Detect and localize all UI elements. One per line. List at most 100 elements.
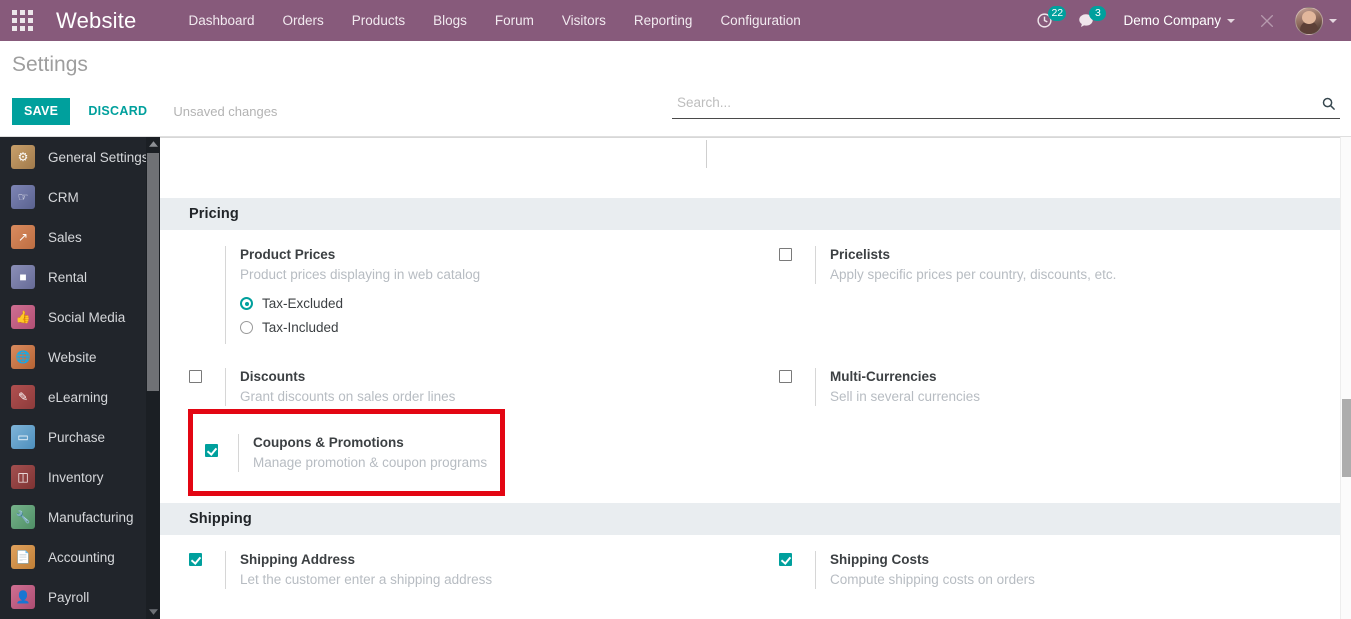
sidebar-item-label: Payroll (48, 589, 90, 605)
sidebar-item-purchase[interactable]: ▭ Purchase (0, 417, 160, 457)
product-prices-control-slot (189, 246, 225, 248)
setting-title: Shipping Address (240, 552, 356, 567)
sidebar-item-inventory[interactable]: ◫ Inventory (0, 457, 160, 497)
calendar-icon: ■ (11, 265, 35, 289)
radio-tax-excluded[interactable] (240, 297, 253, 310)
pricing-row-3: Coupons & Promotions Manage promotion & … (160, 432, 1340, 476)
avatar (1295, 6, 1323, 35)
pricing-col-right: Pricelists Apply specific prices per cou… (750, 230, 1340, 350)
box-icon: ◫ (11, 465, 35, 489)
user-badge-icon: 👤 (11, 585, 35, 609)
setting-coupons-promotions: Coupons & Promotions Manage promotion & … (189, 432, 750, 476)
setting-shipping-costs: Shipping Costs Compute shipping costs on… (779, 535, 1340, 595)
setting-description: Product prices displaying in web catalog (240, 267, 481, 282)
sidebar-item-social-media[interactable]: 👍 Social Media (0, 297, 160, 337)
coupons-body: Coupons & Promotions Manage promotion & … (225, 432, 750, 470)
nav-item-products[interactable]: Products (338, 0, 419, 41)
record-actions: SAVE DISCARD Unsaved changes (12, 98, 277, 125)
settings-inner: Pricing Product Prices Product prices di… (160, 138, 1340, 595)
settings-sidebar: ⚙ General Settings ☞ CRM ↗ Sales ■ Renta… (0, 137, 160, 619)
handshake-icon: ☞ (11, 185, 35, 209)
nav-item-reporting[interactable]: Reporting (620, 0, 707, 41)
bug-debug-icon[interactable] (1247, 13, 1287, 29)
unsaved-changes-status: Unsaved changes (173, 104, 278, 119)
company-switcher[interactable]: Demo Company (1109, 13, 1243, 28)
sidebar-item-crm[interactable]: ☞ CRM (0, 177, 160, 217)
coupons-control-slot (189, 432, 225, 452)
main-scroll-thumb[interactable] (1342, 399, 1351, 477)
pricing-col-left: Product Prices Product prices displaying… (160, 230, 750, 350)
nav-item-visitors[interactable]: Visitors (548, 0, 620, 41)
discounts-checkbox[interactable] (189, 370, 202, 383)
app-brand-name[interactable]: Website (56, 8, 136, 34)
setting-description: Compute shipping costs on orders (830, 572, 1035, 587)
search-icon[interactable] (1321, 96, 1340, 114)
setting-discounts: Discounts Grant discounts on sales order… (189, 368, 750, 412)
setting-title: Discounts (240, 369, 306, 384)
chevron-down-icon[interactable] (146, 605, 160, 619)
apps-grid-icon[interactable] (0, 0, 44, 41)
sidebar-item-sales[interactable]: ↗ Sales (0, 217, 160, 257)
discounts-control-slot (189, 368, 225, 388)
activity-count-badge: 22 (1048, 6, 1067, 21)
shipping-col-right: Shipping Costs Compute shipping costs on… (750, 535, 1340, 595)
pricing-row-2: Discounts Grant discounts on sales order… (160, 368, 1340, 412)
sidebar-item-label: Manufacturing (48, 509, 134, 525)
setting-description: Sell in several currencies (830, 389, 981, 404)
column-divider (706, 140, 707, 168)
sidebar-scroll-thumb[interactable] (147, 153, 159, 391)
partial-setting-row-above (160, 138, 1340, 198)
nav-item-dashboard[interactable]: Dashboard (174, 0, 268, 41)
sidebar-item-manufacturing[interactable]: 🔧 Manufacturing (0, 497, 160, 537)
credit-card-icon: ▭ (11, 425, 35, 449)
shipping-costs-body: Shipping Costs Compute shipping costs on… (815, 551, 1340, 589)
sidebar-item-elearning[interactable]: ✎ eLearning (0, 377, 160, 417)
sidebar-item-label: eLearning (48, 389, 109, 405)
chevron-up-icon[interactable] (146, 137, 160, 151)
activity-clock-icon[interactable]: 22 (1026, 0, 1067, 41)
shipping-address-checkbox[interactable] (189, 553, 202, 566)
sidebar-item-website[interactable]: 🌐 Website (0, 337, 160, 377)
coupons-promotions-checkbox[interactable] (189, 434, 202, 447)
top-navbar: Website Dashboard Orders Products Blogs … (0, 0, 1351, 41)
nav-item-configuration[interactable]: Configuration (706, 0, 814, 41)
nav-item-blogs[interactable]: Blogs (419, 0, 481, 41)
setting-description: Manage promotion & coupon programs (240, 453, 475, 468)
company-name-label: Demo Company (1123, 13, 1221, 28)
sidebar-item-label: Social Media (48, 309, 126, 325)
discard-button[interactable]: DISCARD (76, 98, 159, 125)
sidebar-item-label: Website (48, 349, 97, 365)
nav-item-orders[interactable]: Orders (269, 0, 338, 41)
sidebar-item-rental[interactable]: ■ Rental (0, 257, 160, 297)
nav-item-forum[interactable]: Forum (481, 0, 548, 41)
shipping-address-control-slot (189, 551, 225, 571)
setting-shipping-address: Shipping Address Let the customer enter … (189, 535, 750, 595)
user-menu[interactable] (1291, 6, 1341, 35)
sidebar-item-label: CRM (48, 189, 79, 205)
sidebar-item-general-settings[interactable]: ⚙ General Settings (0, 137, 160, 177)
sidebar-scrollbar[interactable] (146, 137, 160, 619)
radio-tax-included[interactable] (240, 321, 253, 334)
radio-option-tax-included[interactable]: Tax-Included (240, 320, 750, 335)
chart-line-icon: ↗ (11, 225, 35, 249)
search-input[interactable] (672, 95, 1321, 114)
shipping-costs-checkbox[interactable] (779, 553, 792, 566)
invoice-icon: 📄 (11, 545, 35, 569)
globe-icon: 🌐 (11, 345, 35, 369)
multi-currencies-checkbox[interactable] (779, 370, 792, 383)
main-scrollbar[interactable] (1340, 137, 1351, 619)
section-header-pricing: Pricing (160, 198, 1340, 230)
shipping-row-1: Shipping Address Let the customer enter … (160, 535, 1340, 595)
radio-option-tax-excluded[interactable]: Tax-Excluded (240, 296, 750, 311)
sidebar-item-label: Rental (48, 269, 88, 285)
sidebar-item-payroll[interactable]: 👤 Payroll (0, 577, 160, 617)
sidebar-item-label: Purchase (48, 429, 106, 445)
messages-chat-icon[interactable]: 3 (1067, 0, 1107, 41)
pricelists-checkbox[interactable] (779, 248, 792, 261)
sidebar-item-accounting[interactable]: 📄 Accounting (0, 537, 160, 577)
save-button[interactable]: SAVE (12, 98, 71, 125)
setting-title: Shipping Costs (830, 552, 929, 567)
pricing-col-right-3 (750, 432, 1340, 476)
shipping-col-left: Shipping Address Let the customer enter … (160, 535, 750, 595)
radio-label: Tax-Included (262, 320, 339, 335)
